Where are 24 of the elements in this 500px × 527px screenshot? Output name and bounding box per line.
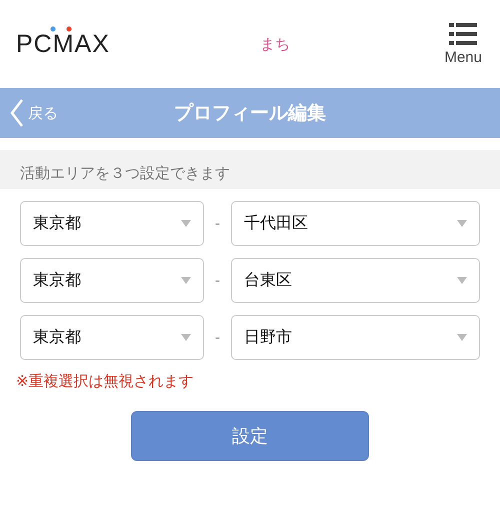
menu-icon bbox=[449, 22, 478, 44]
prefecture-select[interactable]: 東京都 bbox=[20, 201, 204, 246]
city-select[interactable]: 日野市 bbox=[231, 315, 480, 360]
dropdown-caret-icon bbox=[181, 334, 191, 341]
dropdown-caret-icon bbox=[457, 277, 467, 284]
prefecture-select[interactable]: 東京都 bbox=[20, 315, 204, 360]
separator: - bbox=[214, 216, 222, 232]
dropdown-caret-icon bbox=[181, 277, 191, 284]
separator: - bbox=[214, 330, 222, 346]
dropdown-caret-icon bbox=[457, 334, 467, 341]
logo: PCMAX bbox=[16, 30, 110, 58]
menu-button[interactable]: Menu bbox=[444, 22, 482, 66]
warning-note: ※重複選択は無視されます bbox=[15, 371, 195, 391]
prefecture-select[interactable]: 東京都 bbox=[20, 258, 204, 303]
chevron-left-icon bbox=[10, 98, 24, 128]
city-select[interactable]: 千代田区 bbox=[231, 201, 480, 246]
section-note: 活動エリアを３つ設定できます bbox=[0, 150, 500, 189]
page-title: プロフィール編集 bbox=[174, 101, 326, 126]
dropdown-caret-icon bbox=[457, 220, 467, 227]
city-select[interactable]: 台東区 bbox=[231, 258, 480, 303]
separator: - bbox=[214, 272, 222, 288]
logo-dots-icon bbox=[50, 26, 72, 32]
username: まち bbox=[260, 34, 290, 54]
dropdown-caret-icon bbox=[181, 220, 191, 227]
